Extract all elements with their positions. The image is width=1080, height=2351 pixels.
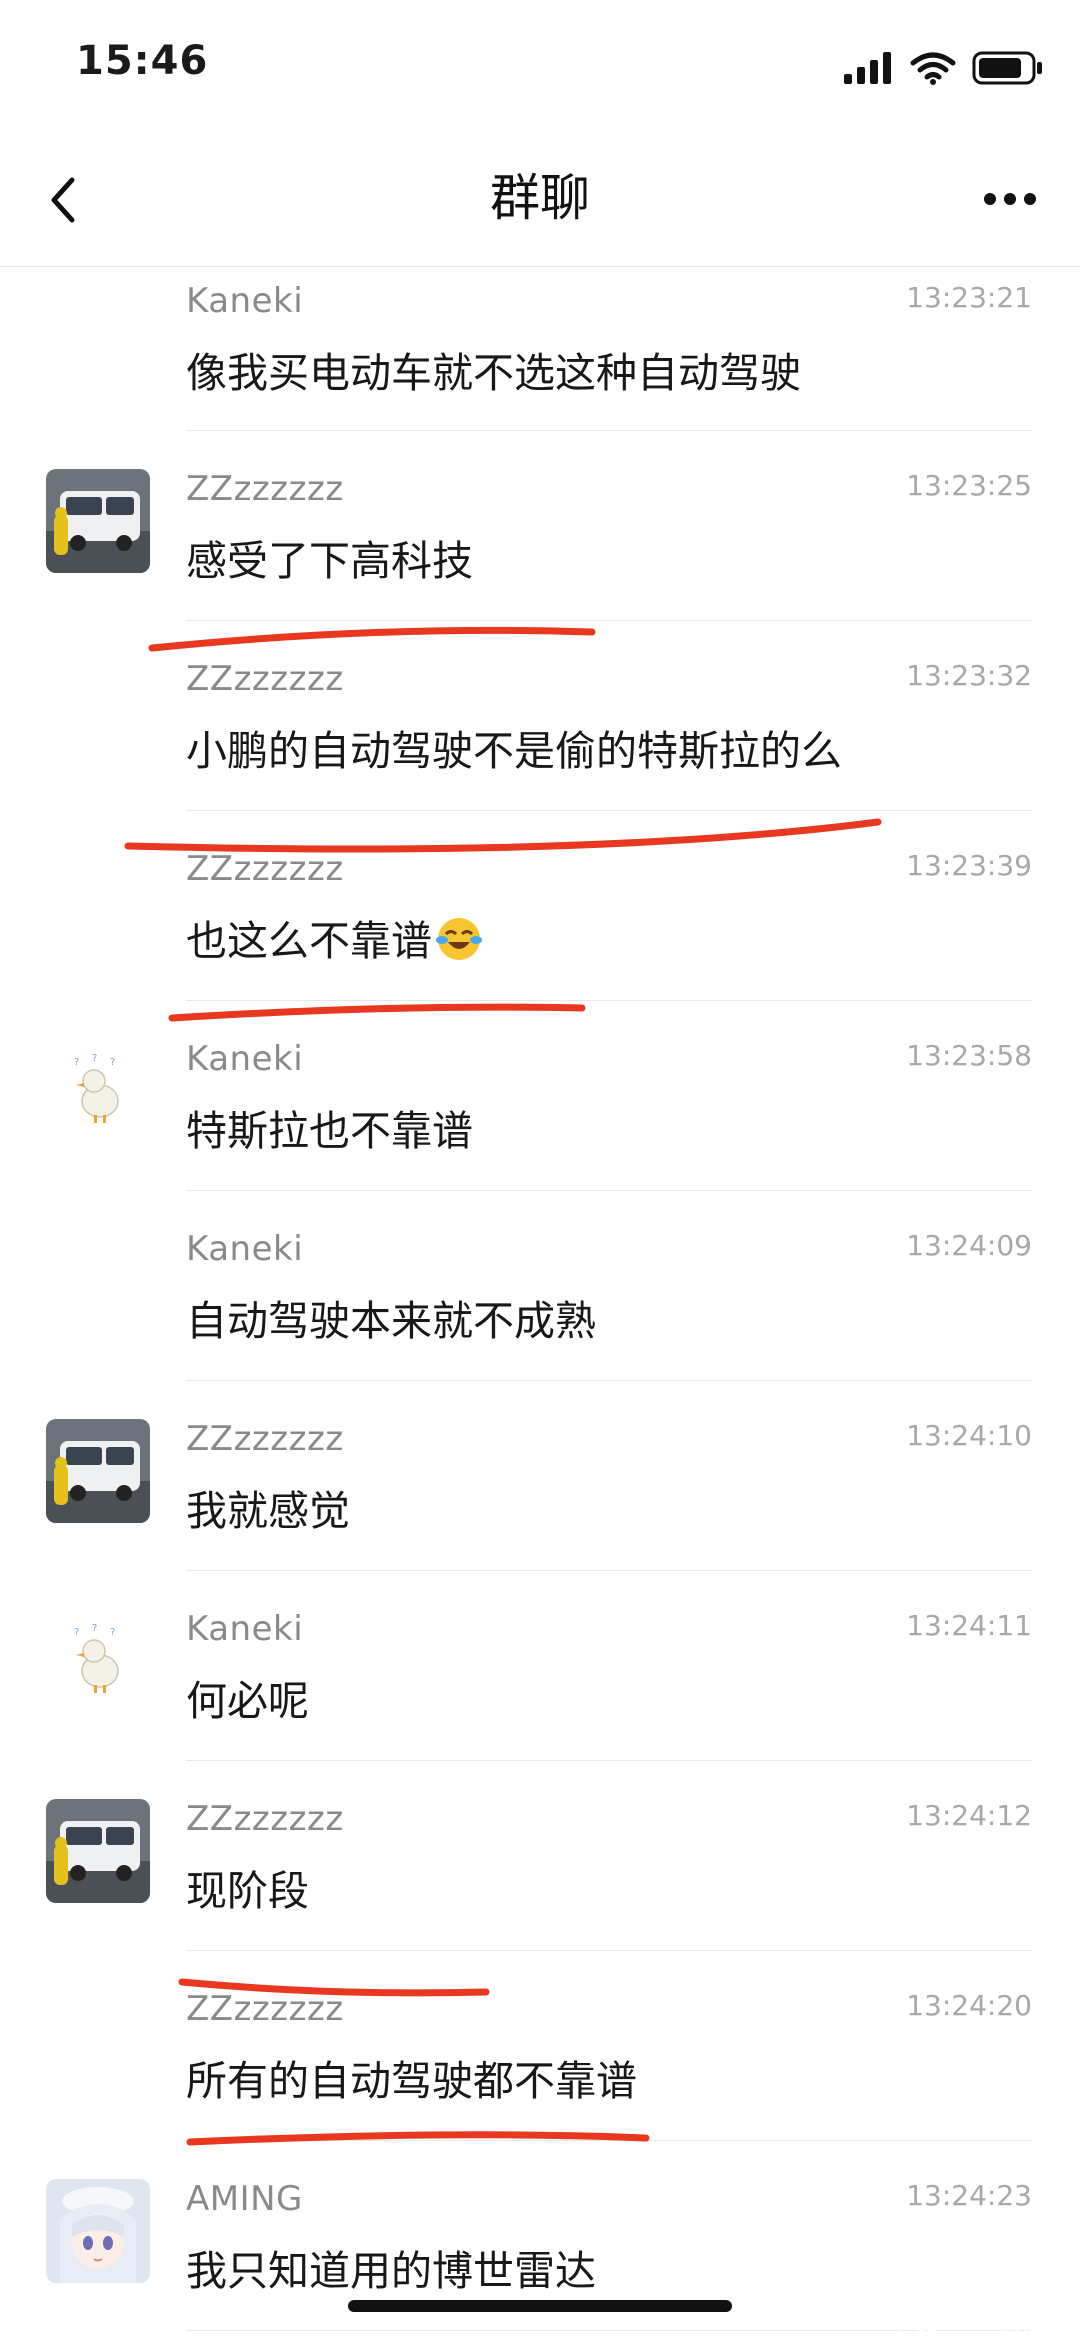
cellular-signal-icon — [844, 52, 891, 84]
svg-text:?: ? — [74, 1057, 79, 1068]
sender-name: Kaneki — [186, 1229, 304, 1269]
avatar-van[interactable] — [46, 1419, 150, 1523]
message-text: 像我买电动车就不选这种自动驾驶 — [186, 349, 801, 397]
sender-name: AMING — [186, 2179, 303, 2219]
timestamp: 13:23:25 — [906, 469, 1032, 502]
wifi-icon — [910, 52, 956, 85]
svg-text:?: ? — [92, 1623, 97, 1634]
watermark-text: 三言财经 — [950, 2322, 1046, 2350]
chat-message-row: Kaneki 13:23:21 像我买电动车就不选这种自动驾驶 — [0, 267, 1080, 431]
chat-message-row: ? ? ? Kaneki 13:23:58 特斯拉也不靠谱 — [0, 1001, 1080, 1191]
timestamp: 13:23:58 — [906, 1039, 1032, 1072]
svg-text:?: ? — [92, 1053, 97, 1064]
message-text: 自动驾驶本来就不成熟 — [186, 1297, 596, 1345]
status-time: 15:46 — [76, 38, 209, 84]
message-text: 小鹏的自动驾驶不是偷的特斯拉的么 — [186, 727, 842, 775]
avatar-van[interactable] — [46, 469, 150, 573]
timestamp: 13:23:39 — [906, 849, 1032, 882]
sender-name: ZZzzzzzz — [186, 1419, 344, 1459]
wechat-logo-icon — [900, 2318, 940, 2348]
message-text: 也这么不靠谱 — [186, 907, 482, 972]
avatar-anime[interactable] — [46, 2179, 150, 2283]
sender-name: ZZzzzzzz — [186, 1989, 344, 2029]
status-icons — [844, 48, 1044, 88]
chat-message-row: Kaneki 13:24:09 自动驾驶本来就不成熟 — [0, 1191, 1080, 1381]
svg-text:?: ? — [74, 1627, 79, 1638]
more-options-button[interactable] — [970, 164, 1050, 234]
chat-record-list[interactable]: Kaneki 13:23:21 像我买电动车就不选这种自动驾驶 ZZzzzzzz… — [0, 267, 1080, 2331]
home-indicator[interactable] — [348, 2300, 732, 2312]
sender-name: Kaneki — [186, 1039, 304, 1079]
svg-text:?: ? — [110, 1627, 115, 1638]
timestamp: 13:24:20 — [906, 1989, 1032, 2022]
chat-message-row: ZZzzzzzz 13:23:32 小鹏的自动驾驶不是偷的特斯拉的么 — [0, 621, 1080, 811]
chat-message-row: ? ? ? Kaneki 13:24:11 何必呢 — [0, 1571, 1080, 1761]
page-title: 群聊 — [490, 169, 590, 227]
message-text: 现阶段 — [186, 1867, 309, 1915]
timestamp: 13:24:12 — [906, 1799, 1032, 1832]
message-text: 我只知道用的博世雷达 — [186, 2247, 596, 2295]
sender-name: Kaneki — [186, 1609, 304, 1649]
sender-name: ZZzzzzzz — [186, 659, 344, 699]
timestamp: 13:24:09 — [906, 1229, 1032, 1262]
chat-message-row: ZZzzzzzz 13:24:10 我就感觉 — [0, 1381, 1080, 1571]
timestamp: 13:23:32 — [906, 659, 1032, 692]
avatar-duck[interactable]: ? ? ? — [46, 1609, 150, 1713]
timestamp: 13:24:10 — [906, 1419, 1032, 1452]
message-text: 何必呢 — [186, 1677, 309, 1725]
timestamp: 13:24:23 — [906, 2179, 1032, 2212]
message-text: 我就感觉 — [186, 1487, 350, 1535]
status-bar: 15:46 — [0, 0, 1080, 130]
message-text: 所有的自动驾驶都不靠谱 — [186, 2057, 637, 2105]
battery-icon — [972, 51, 1042, 85]
chat-message-row: ZZzzzzzz 13:23:39 也这么不靠谱 — [0, 811, 1080, 1001]
chat-message-row: ZZzzzzzz 13:23:25 感受了下高科技 — [0, 431, 1080, 621]
timestamp: 13:23:21 — [906, 281, 1032, 314]
timestamp: 13:24:11 — [906, 1609, 1032, 1642]
sender-name: ZZzzzzzz — [186, 469, 344, 509]
chat-message-row: ZZzzzzzz 13:24:20 所有的自动驾驶都不靠谱 — [0, 1951, 1080, 2141]
sender-name: Kaneki — [186, 281, 304, 321]
sender-name: ZZzzzzzz — [186, 1799, 344, 1839]
nav-bar: 群聊 — [0, 130, 1080, 267]
watermark: 三言财经 — [900, 2316, 1046, 2351]
message-text: 特斯拉也不靠谱 — [186, 1107, 473, 1155]
chat-message-row: ZZzzzzzz 13:24:12 现阶段 — [0, 1761, 1080, 1951]
avatar-van[interactable] — [46, 1799, 150, 1903]
svg-text:?: ? — [110, 1057, 115, 1068]
sender-name: ZZzzzzzz — [186, 849, 344, 889]
message-text-content: 也这么不靠谱 — [186, 917, 432, 965]
message-text: 感受了下高科技 — [186, 537, 473, 585]
avatar-duck[interactable]: ? ? ? — [46, 1039, 150, 1143]
more-dots-icon — [984, 193, 1036, 205]
laughing-crying-emoji-icon — [436, 916, 482, 972]
